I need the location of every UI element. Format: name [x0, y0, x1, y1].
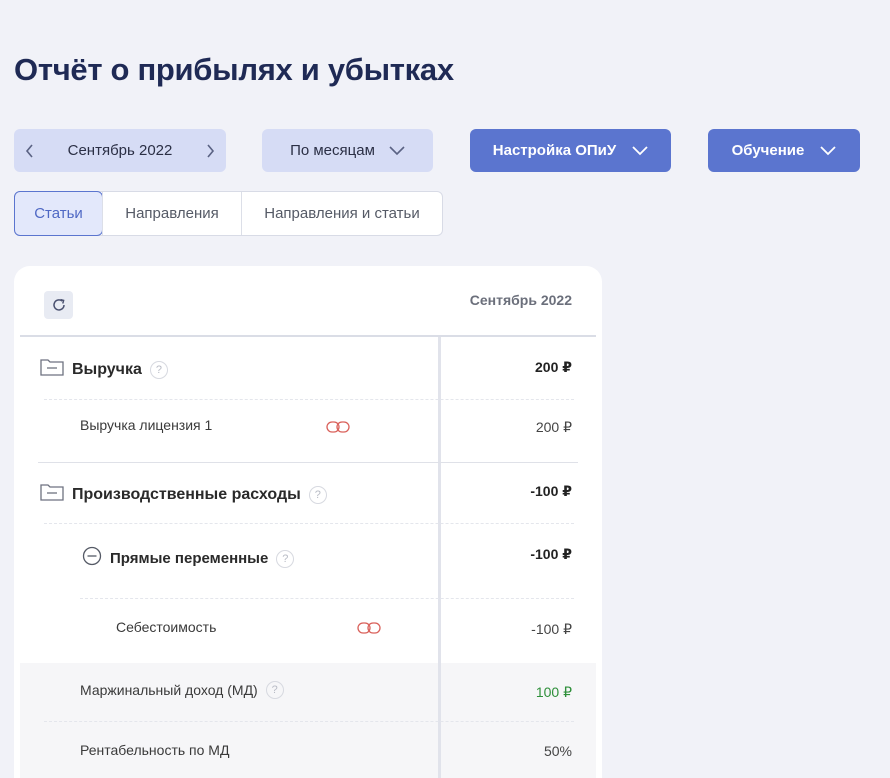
refresh-icon	[52, 298, 65, 311]
training-dropdown-button[interactable]: Обучение	[708, 129, 860, 172]
pnl-report-page: Отчёт о прибылях и убытках Сентябрь 2022…	[0, 0, 890, 778]
table-row: Выручка лицензия 1 200 ₽	[20, 400, 596, 462]
link-icon[interactable]	[326, 421, 350, 433]
column-header-period: Сентябрь 2022	[469, 292, 572, 308]
chevron-down-icon	[389, 145, 405, 156]
row-value: -100 ₽	[531, 621, 572, 637]
help-icon[interactable]: ?	[265, 681, 284, 699]
report-table: Сентябрь 2022 Выручка ? 200 ₽ Выручка ли…	[14, 266, 602, 778]
row-value: -100 ₽	[530, 483, 572, 499]
row-value: 200 ₽	[535, 419, 572, 435]
table-row: Прямые переменные ? -100 ₽	[20, 524, 596, 598]
chevron-down-icon	[632, 145, 648, 156]
row-label: Прямые переменные	[110, 550, 269, 567]
row-label: Маржинальный доход (МД)	[80, 682, 258, 698]
refresh-button[interactable]	[44, 291, 73, 319]
chevron-right-icon	[207, 143, 215, 158]
tab-directions-and-articles[interactable]: Направления и статьи	[241, 192, 442, 235]
grouping-label: По месяцам	[290, 142, 375, 159]
chevron-left-icon	[25, 143, 33, 158]
page-title: Отчёт о прибылях и убытках	[14, 52, 454, 87]
grouping-dropdown[interactable]: По месяцам	[262, 129, 433, 172]
help-icon[interactable]: ?	[149, 360, 168, 379]
folder-collapse-icon[interactable]	[40, 358, 64, 381]
tab-directions[interactable]: Направления	[102, 192, 241, 235]
prev-period-button[interactable]	[14, 143, 46, 158]
row-value: 100 ₽	[535, 684, 572, 700]
folder-collapse-icon[interactable]	[40, 483, 64, 506]
settings-dropdown-button[interactable]: Настройка ОПиУ	[470, 129, 671, 172]
row-value: -100 ₽	[530, 546, 572, 562]
period-label[interactable]: Сентябрь 2022	[46, 142, 194, 159]
row-label: Производственные расходы	[72, 485, 301, 503]
link-icon[interactable]	[357, 622, 381, 634]
help-icon[interactable]: ?	[308, 485, 327, 504]
row-value: 50%	[543, 743, 572, 759]
row-label: Выручка	[72, 360, 142, 378]
settings-label: Настройка ОПиУ	[492, 142, 617, 159]
next-period-button[interactable]	[194, 143, 226, 158]
table-row: Рентабельность по МД 50%	[20, 722, 596, 778]
table-row: Выручка ? 200 ₽	[20, 337, 596, 399]
row-label: Себестоимость	[116, 619, 217, 635]
chevron-down-icon	[820, 145, 837, 156]
training-label: Обучение	[731, 142, 805, 159]
help-icon[interactable]: ?	[276, 549, 295, 568]
collapse-circle-icon[interactable]	[82, 546, 102, 571]
row-label: Выручка лицензия 1	[80, 417, 213, 433]
table-row: Производственные расходы ? -100 ₽	[20, 463, 596, 523]
tab-articles[interactable]: Статьи	[14, 191, 103, 236]
row-label: Рентабельность по МД	[80, 742, 230, 758]
period-selector: Сентябрь 2022	[14, 129, 226, 172]
view-tabs: Статьи Направления Направления и статьи	[14, 191, 443, 236]
table-row: Маржинальный доход (МД) ? 100 ₽	[20, 663, 596, 721]
table-row: Себестоимость -100 ₽	[20, 599, 596, 663]
row-value: 200 ₽	[535, 359, 572, 375]
